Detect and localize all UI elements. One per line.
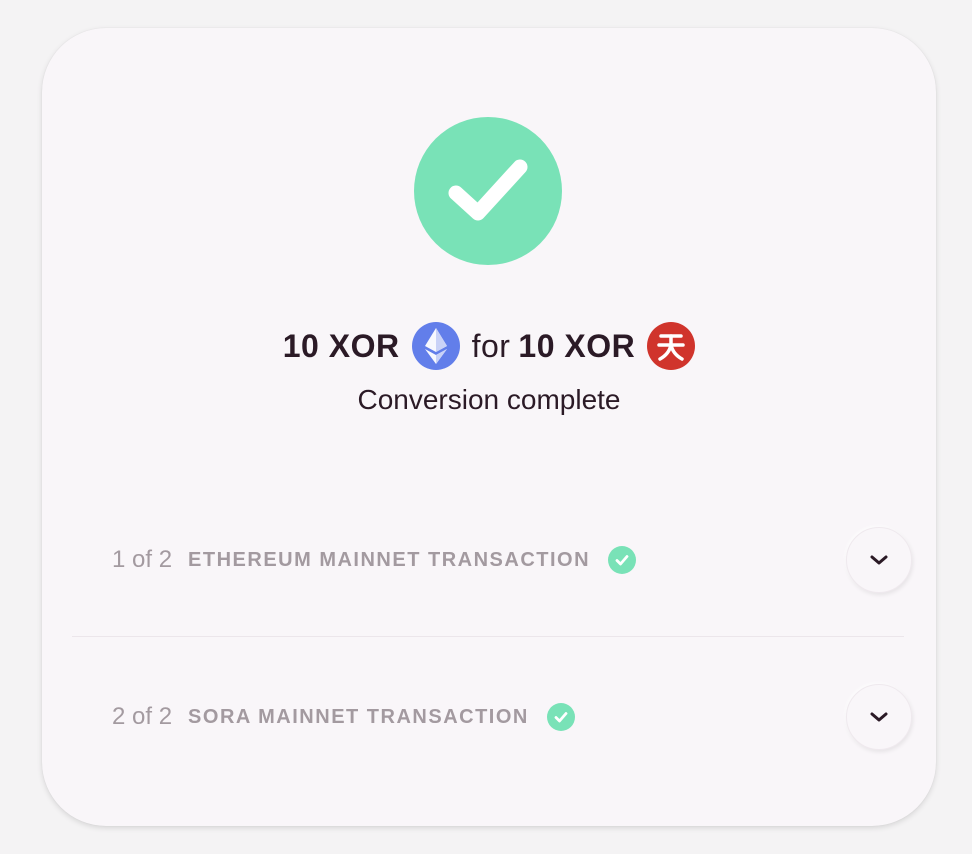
- connector-text: for: [471, 327, 511, 364]
- status-text: Conversion complete: [357, 384, 621, 415]
- check-circle-icon: [608, 546, 637, 574]
- to-amount: 10 XOR: [518, 327, 636, 364]
- sora-icon: [647, 322, 696, 370]
- step-counter: 2 of 2: [112, 703, 173, 730]
- transaction-label: SORA MAINNET TRANSACTION: [188, 705, 529, 728]
- transaction-row-ethereum: 1 of 2 ETHEREUM MAINNET TRANSACTION: [112, 527, 912, 593]
- chevron-down-icon: [870, 712, 888, 722]
- chevron-down-icon: [870, 555, 888, 565]
- success-check-icon: [414, 117, 562, 265]
- conversion-card: 10 XOR for 10 XOR Conversion complete 1 …: [42, 28, 936, 826]
- expand-transaction-button[interactable]: [846, 684, 912, 750]
- transaction-row-sora: 2 of 2 SORA MAINNET TRANSACTION: [112, 684, 912, 750]
- transaction-label: ETHEREUM MAINNET TRANSACTION: [188, 548, 591, 571]
- divider: [72, 636, 904, 637]
- step-counter: 1 of 2: [112, 546, 173, 573]
- conversion-summary: 10 XOR for 10 XOR: [42, 318, 936, 374]
- ethereum-icon: [411, 322, 460, 370]
- expand-transaction-button[interactable]: [846, 527, 912, 593]
- check-circle-icon: [546, 703, 575, 731]
- from-amount: 10 XOR: [282, 327, 400, 364]
